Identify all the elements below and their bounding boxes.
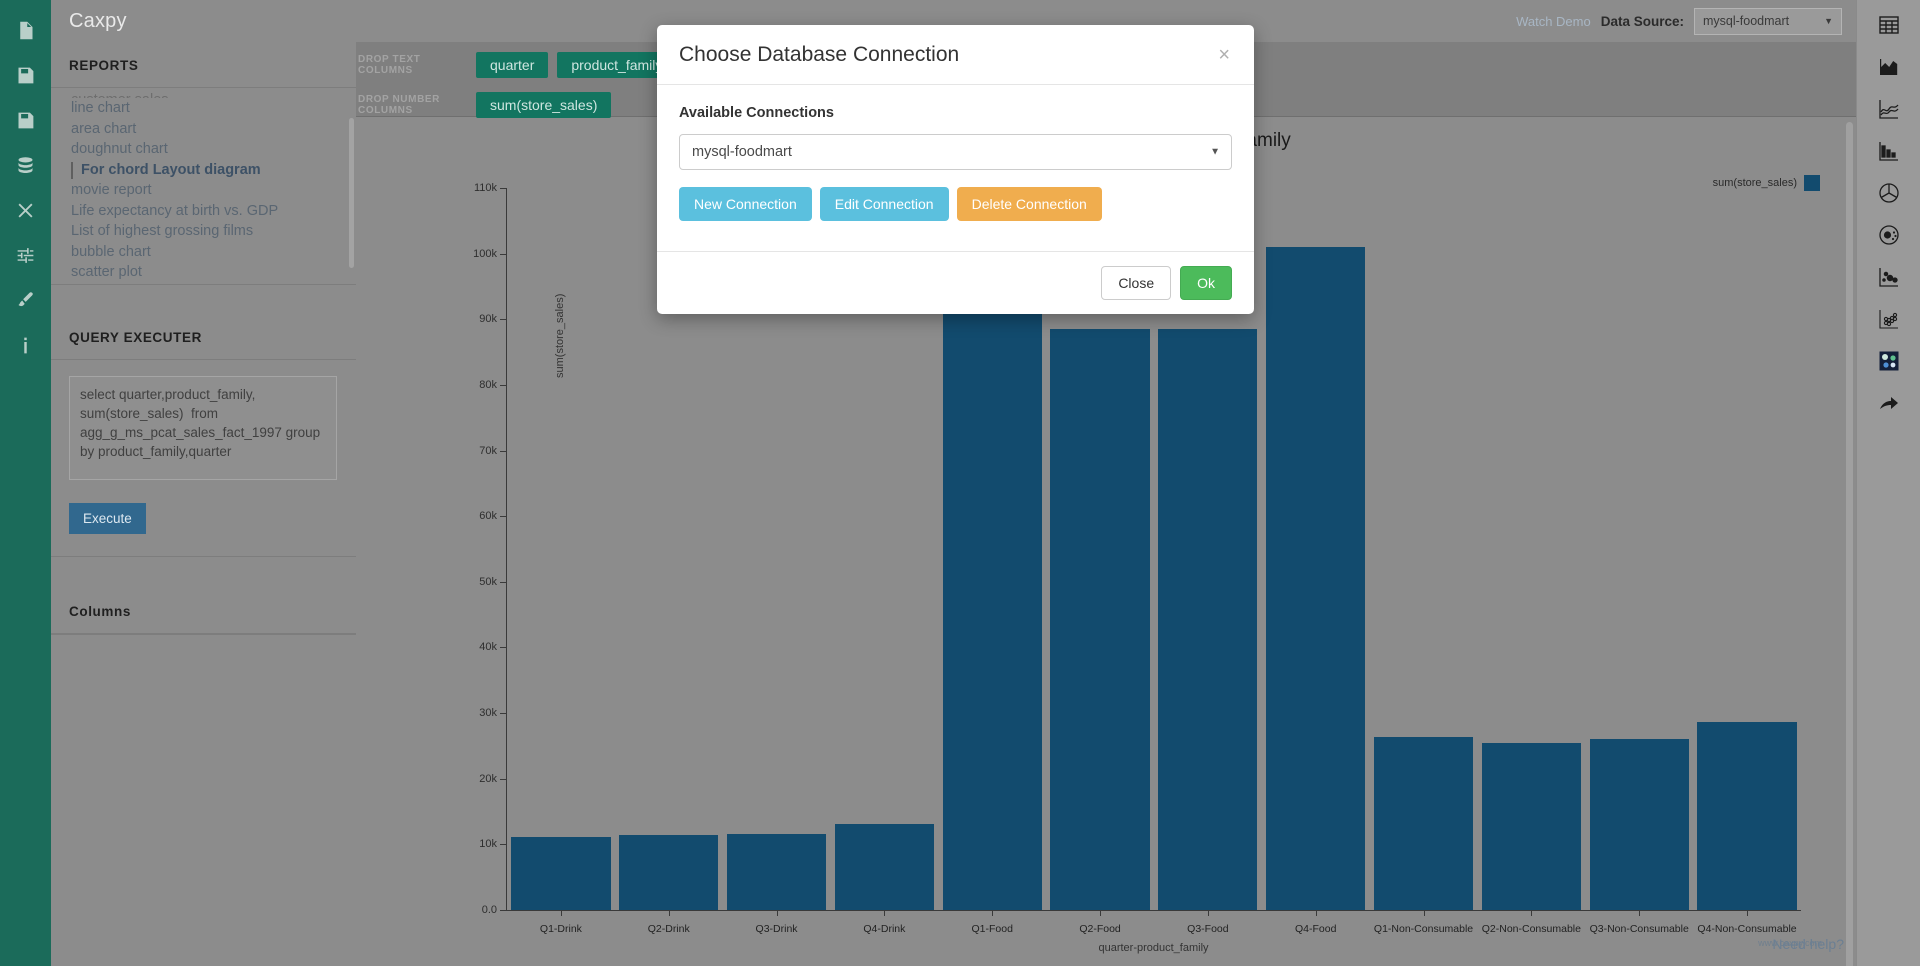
new-connection-button[interactable]: New Connection — [679, 187, 812, 221]
modal-title: Choose Database Connection — [679, 43, 960, 66]
connection-select-value: mysql-foodmart — [692, 144, 792, 160]
close-button[interactable]: Close — [1101, 266, 1172, 300]
available-connections-label: Available Connections — [679, 105, 834, 121]
modal-footer: Close Ok — [657, 251, 1254, 314]
choose-database-connection-modal: Choose Database Connection × Available C… — [657, 25, 1254, 314]
close-icon[interactable]: × — [1216, 43, 1232, 67]
edit-connection-button[interactable]: Edit Connection — [819, 187, 949, 221]
chevron-down-icon: ▼ — [1210, 146, 1220, 158]
modal-header: Choose Database Connection × — [657, 25, 1254, 85]
ok-button[interactable]: Ok — [1180, 266, 1232, 300]
modal-body: Available Connections mysql-foodmart ▼ N… — [657, 85, 1254, 251]
connection-select[interactable]: mysql-foodmart ▼ — [679, 134, 1232, 170]
connection-actions: New Connection Edit Connection Delete Co… — [679, 187, 1232, 221]
delete-connection-button[interactable]: Delete Connection — [956, 187, 1102, 221]
